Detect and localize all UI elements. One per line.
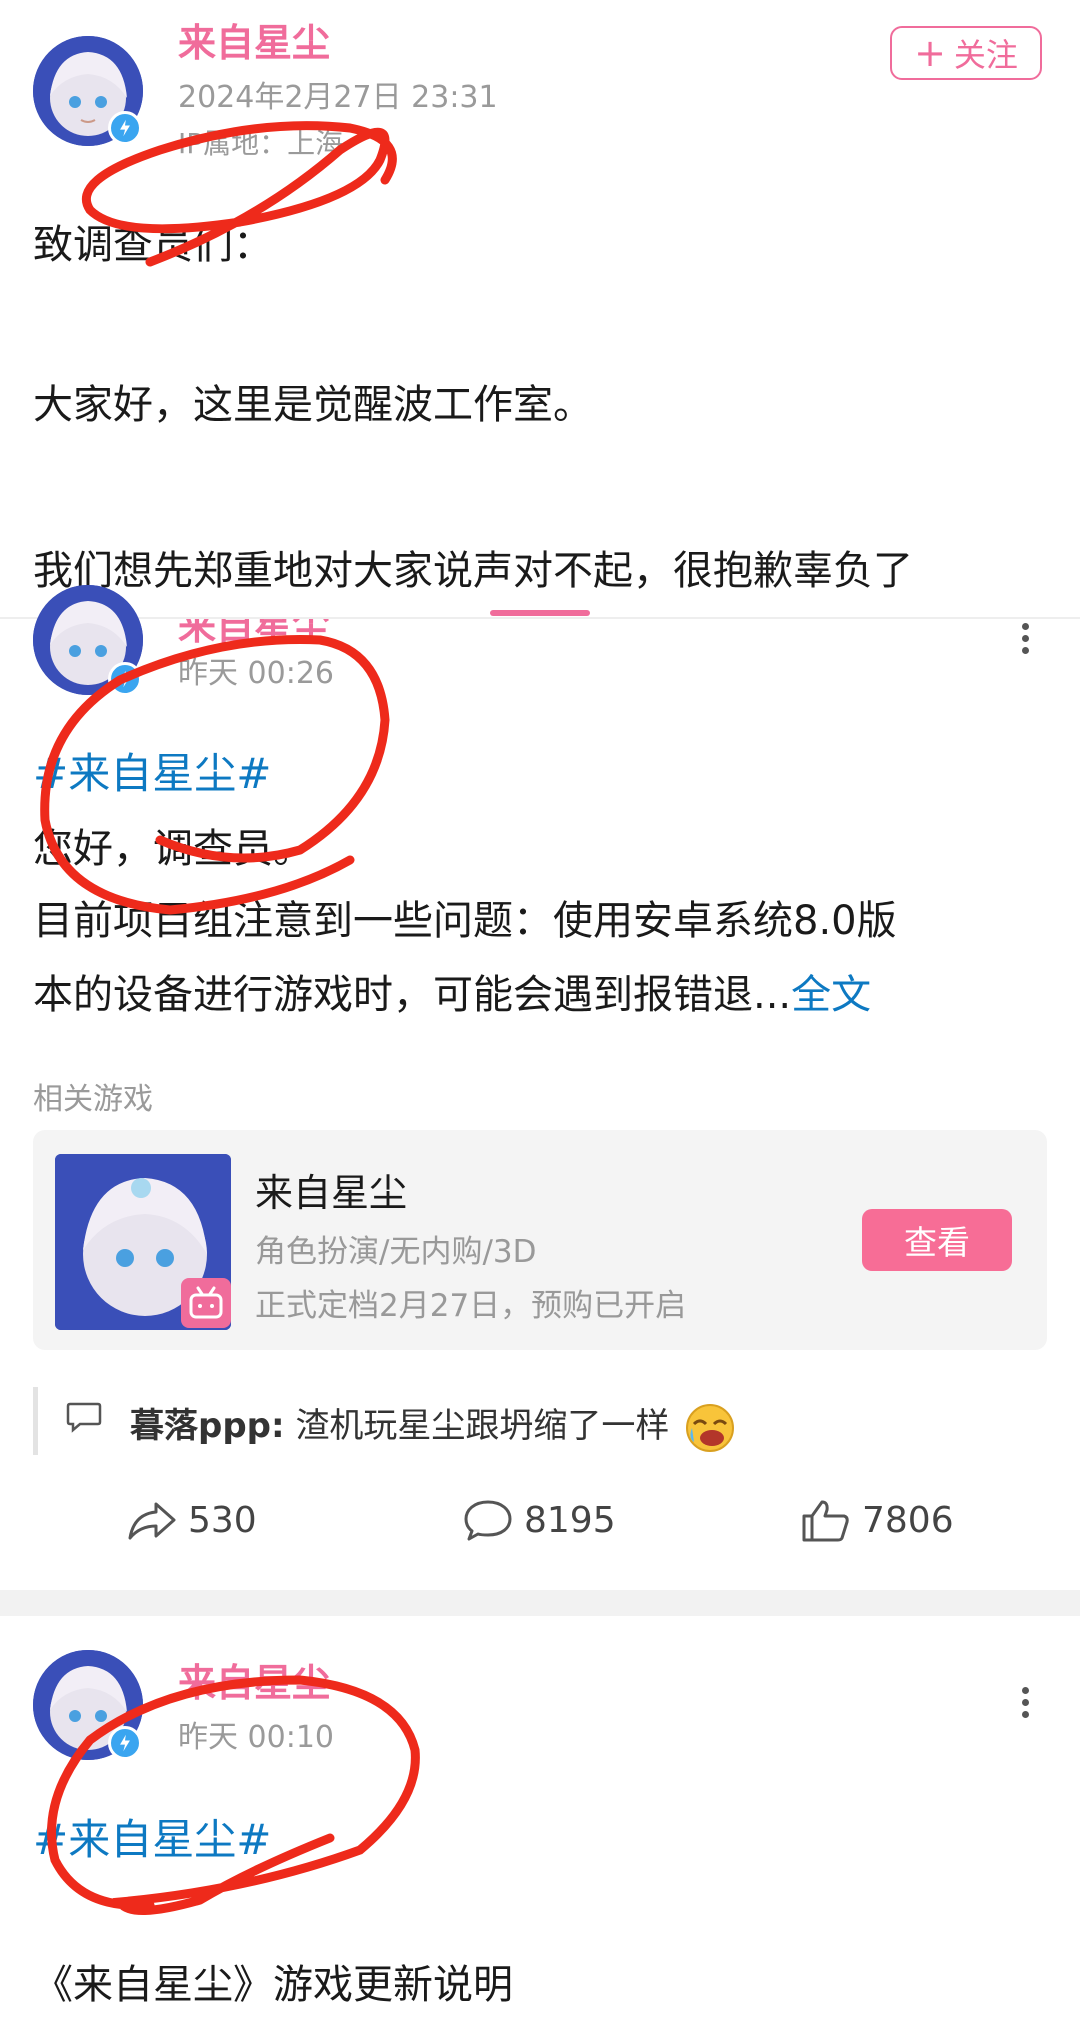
related-games-label: 相关游戏 [33, 1082, 153, 1117]
verified-icon [108, 1726, 142, 1760]
post-line-1: 您好，调查员。 [33, 826, 313, 872]
post-line-2: 目前项目组注意到一些问题：使用安卓系统8.0版 [33, 898, 897, 944]
comment-icon [464, 1500, 512, 1541]
comment-user[interactable]: 暮落ppp: [130, 1406, 285, 1446]
like-button[interactable]: 7806 [800, 1498, 954, 1542]
chat-bubble-icon [66, 1402, 102, 1433]
author-name[interactable]: 来自星尘 [178, 619, 330, 650]
follow-button[interactable]: + 关注 [890, 26, 1042, 80]
follow-label: 关注 [953, 36, 1018, 74]
section-divider [0, 1590, 1080, 1616]
share-button[interactable]: 530 [126, 1498, 257, 1542]
verified-icon [108, 662, 142, 696]
like-icon [802, 1500, 849, 1542]
game-release-date: 正式定档2月27日，预购已开启 [255, 1288, 687, 1324]
post-datetime: 2024年2月27日 23:31 [178, 80, 498, 115]
related-game-card[interactable]: 来自星尘 角色扮演/无内购/3D 正式定档2月27日，预购已开启 查看 [33, 1130, 1047, 1350]
author-name[interactable]: 来自星尘 [178, 12, 330, 67]
more-icon[interactable] [1010, 1682, 1040, 1732]
scroll-indicator [490, 610, 590, 616]
post-title: 《来自星尘》游戏更新说明 [33, 1962, 513, 2008]
post-datetime: 昨天 00:10 [178, 1720, 334, 1755]
post-line-2: 大家好，这里是觉醒波工作室。 [33, 382, 593, 428]
author-name[interactable]: 来自星尘 [178, 1652, 330, 1707]
hot-comment[interactable]: 暮落ppp: 渣机玩星尘跟坍缩了一样 [130, 1398, 736, 1454]
divider [0, 617, 1080, 619]
like-count: 7806 [862, 1499, 954, 1541]
post-line-3: 我们想先郑重地对大家说声对不起，很抱歉辜负了 [33, 548, 913, 594]
post-line-1: 致调查员们： [33, 222, 273, 268]
topic-tag[interactable]: #来自星尘# [33, 740, 271, 801]
game-tags: 角色扮演/无内购/3D [255, 1234, 537, 1270]
comment-count: 8195 [524, 1499, 616, 1541]
plus-icon: + [914, 31, 946, 75]
crying-emoji-icon [686, 1403, 735, 1452]
read-more-link[interactable]: 全文 [791, 972, 871, 1018]
post-line-3-text: 本的设备进行游戏时，可能会遇到报错退... [33, 972, 792, 1018]
comment-quote-bar [33, 1387, 38, 1455]
comment-text: 渣机玩星尘跟坍缩了一样 [295, 1406, 670, 1446]
post-datetime: 昨天 00:26 [178, 656, 334, 691]
game-title: 来自星尘 [255, 1171, 408, 1215]
post-line-3: 本的设备进行游戏时，可能会遇到报错退...全文 [33, 962, 871, 1020]
ip-location: IP属地：上海 [178, 127, 344, 160]
bilibili-icon [181, 1278, 231, 1328]
topic-tag[interactable]: #来自星尘# [33, 1806, 271, 1867]
view-game-button[interactable]: 查看 [862, 1209, 1012, 1271]
comment-button[interactable]: 8195 [462, 1498, 616, 1542]
more-icon[interactable] [1010, 618, 1040, 668]
verified-icon [108, 111, 142, 145]
share-count: 530 [188, 1499, 257, 1541]
share-icon [128, 1502, 176, 1540]
